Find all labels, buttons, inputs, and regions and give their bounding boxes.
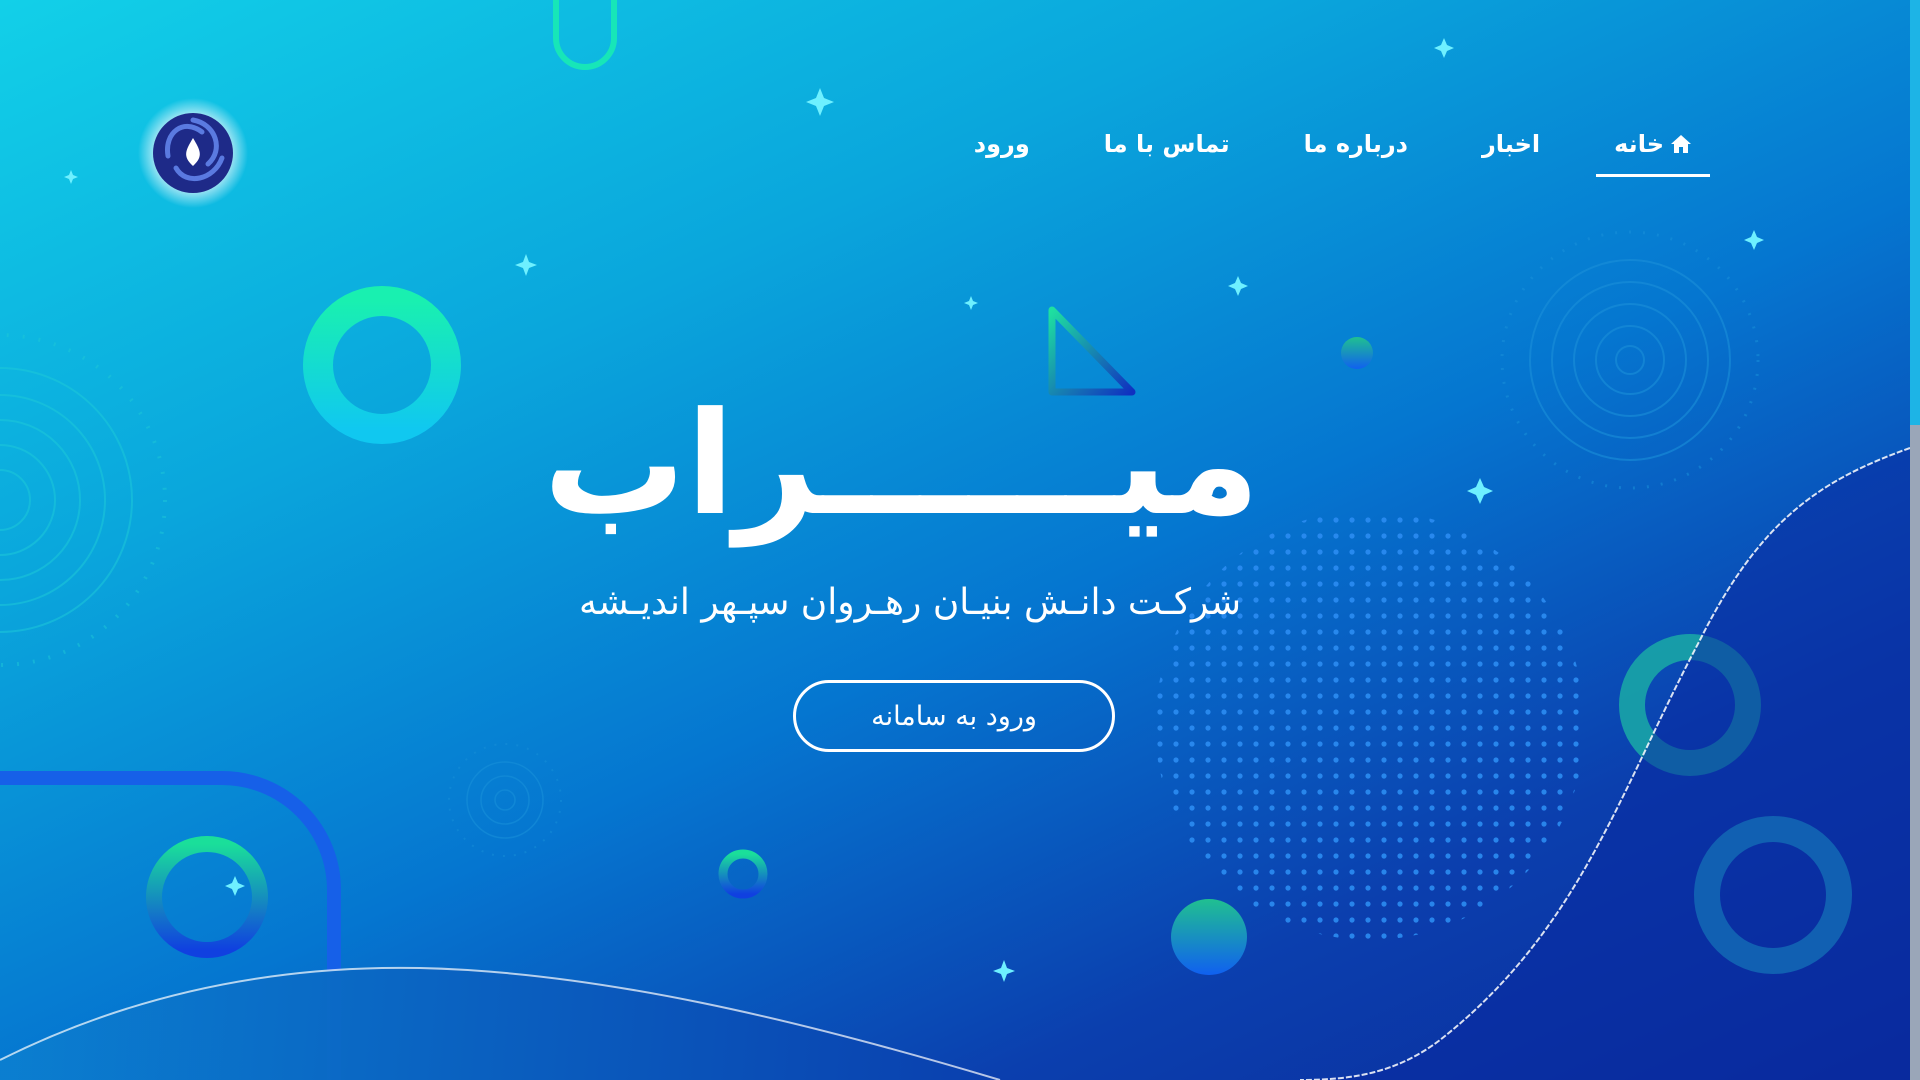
hero-title: میــــــراب: [543, 382, 1260, 547]
nav-item-home[interactable]: خانه: [1596, 118, 1710, 177]
scrollbar-thumb[interactable]: [1910, 425, 1920, 1080]
nav-item-contact[interactable]: تماس با ما: [1086, 118, 1248, 174]
nav-item-news-label: اخبار: [1481, 130, 1541, 158]
swirl-water-drop-logo-icon[interactable]: [138, 98, 248, 208]
hero-subtitle: شرکـت دانـش بنیـان رهـروان سپـهر اندیـشه: [578, 582, 1241, 623]
nav-item-login-label: ورود: [973, 130, 1030, 158]
home-icon: [1671, 135, 1691, 153]
nav-item-news[interactable]: اخبار: [1464, 118, 1558, 174]
nav-item-about-label: درباره ما: [1303, 130, 1408, 158]
nav-item-about[interactable]: درباره ما: [1286, 118, 1426, 174]
enter-system-button[interactable]: ورود به سامانه: [793, 680, 1115, 752]
nav-item-login[interactable]: ورود: [956, 118, 1048, 174]
nav-item-home-label: خانه: [1614, 130, 1664, 158]
enter-system-button-label: ورود به سامانه: [871, 700, 1037, 732]
nav-item-contact-label: تماس با ما: [1103, 130, 1230, 158]
main-nav: خانه اخبار درباره ما تماس با ما ورود: [960, 118, 1710, 184]
